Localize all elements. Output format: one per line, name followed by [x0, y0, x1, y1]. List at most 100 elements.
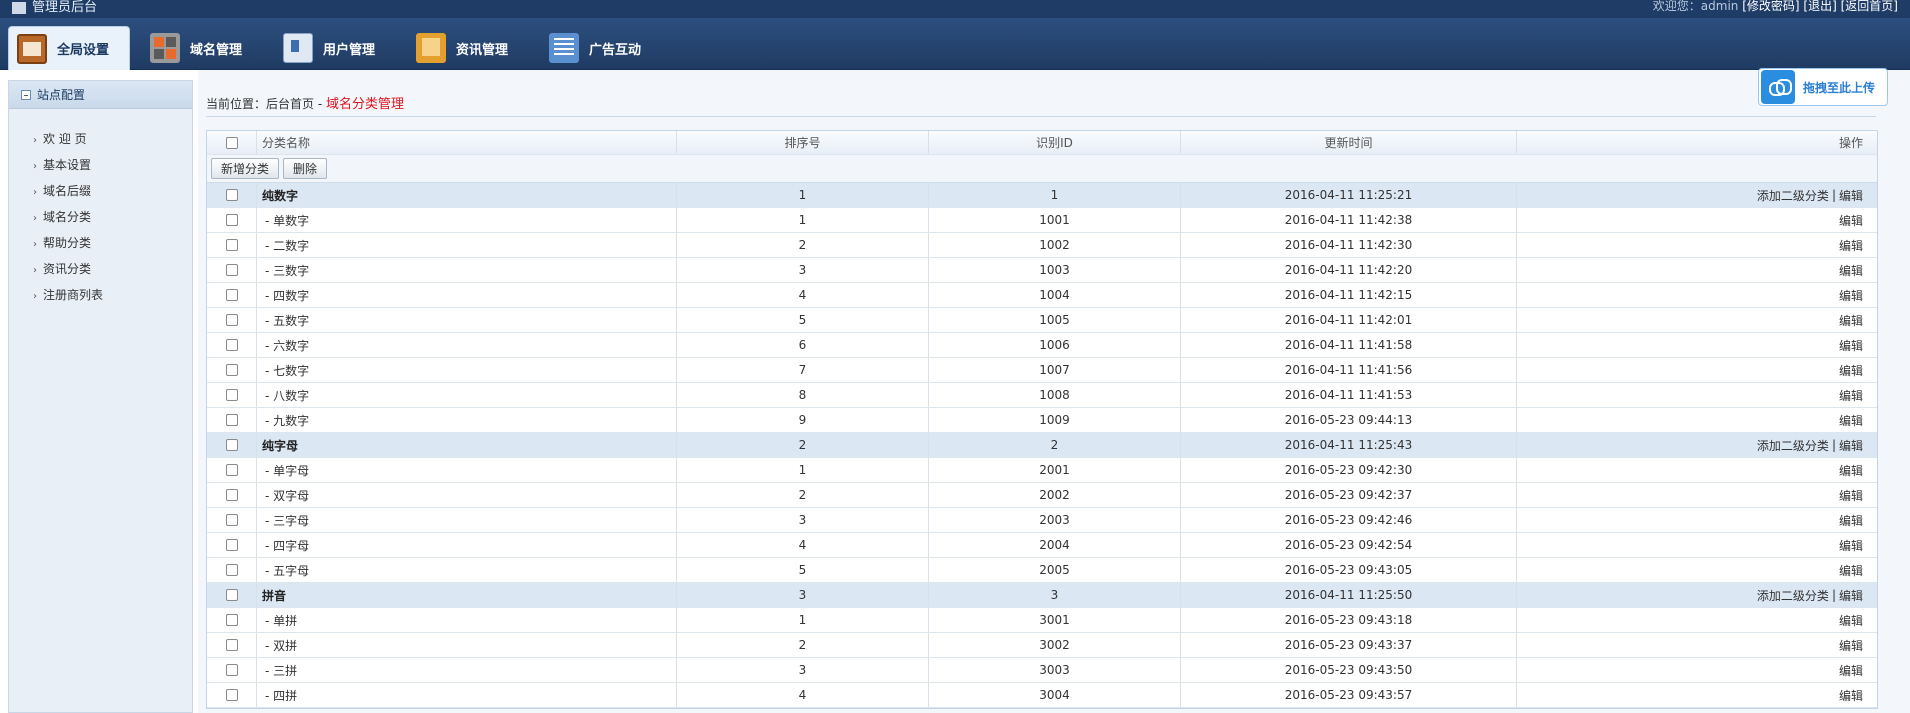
cell-sort: 4: [677, 283, 929, 307]
row-checkbox[interactable]: [225, 214, 238, 226]
cell-ops: 编辑: [1517, 283, 1877, 307]
edit-link[interactable]: 编辑: [1839, 312, 1863, 329]
cell-ops: 编辑: [1517, 483, 1877, 507]
cell-name: - 五数字: [257, 308, 677, 332]
sidebar-item-label: 资讯分类: [43, 262, 92, 276]
row-checkbox[interactable]: [225, 289, 238, 301]
tab-global-settings[interactable]: 全局设置: [8, 26, 130, 70]
op-separator: |: [1831, 438, 1836, 452]
sidebar-item-domain-category[interactable]: › 域名分类: [9, 204, 192, 230]
sidebar-item-news-category[interactable]: › 资讯分类: [9, 256, 192, 282]
add-subcategory-link[interactable]: 添加二级分类: [1757, 187, 1829, 204]
change-password-link[interactable]: [修改密码]: [1742, 0, 1799, 13]
cell-name: - 四字母: [257, 533, 677, 557]
breadcrumb-current: 域名分类管理: [326, 97, 405, 112]
edit-link[interactable]: 编辑: [1839, 412, 1863, 429]
chevron-right-icon: ›: [33, 291, 37, 302]
edit-link[interactable]: 编辑: [1839, 687, 1863, 704]
row-checkbox[interactable]: [225, 489, 238, 501]
table-row: - 八数字 8 1008 2016-04-11 11:41:53 编辑: [207, 383, 1877, 408]
cell-sort: 3: [677, 658, 929, 682]
header-id[interactable]: 识别ID: [929, 131, 1181, 154]
edit-link[interactable]: 编辑: [1839, 487, 1863, 504]
edit-link[interactable]: 编辑: [1839, 237, 1863, 254]
row-checkbox[interactable]: [225, 589, 238, 601]
header-sort[interactable]: 排序号: [677, 131, 929, 154]
edit-link[interactable]: 编辑: [1839, 212, 1863, 229]
sidebar-item-basic-settings[interactable]: › 基本设置: [9, 152, 192, 178]
cell-sort: 4: [677, 683, 929, 707]
tab-label: 用户管理: [323, 42, 376, 58]
edit-link[interactable]: 编辑: [1839, 562, 1863, 579]
add-subcategory-link[interactable]: 添加二级分类: [1757, 587, 1829, 604]
sidebar-header[interactable]: 站点配置: [9, 81, 192, 109]
edit-link[interactable]: 编辑: [1839, 337, 1863, 354]
select-all-checkbox[interactable]: [225, 136, 238, 149]
row-checkbox[interactable]: [225, 389, 238, 401]
row-checkbox[interactable]: [225, 539, 238, 551]
drag-upload-widget[interactable]: 拖拽至此上传: [1758, 68, 1888, 106]
edit-link[interactable]: 编辑: [1839, 512, 1863, 529]
row-checkbox[interactable]: [225, 514, 238, 526]
cell-ops: 编辑: [1517, 333, 1877, 357]
edit-link[interactable]: 编辑: [1839, 537, 1863, 554]
row-checkbox[interactable]: [225, 639, 238, 651]
edit-link[interactable]: 编辑: [1839, 637, 1863, 654]
cell-id: 2003: [929, 508, 1181, 532]
row-checkbox[interactable]: [225, 614, 238, 626]
main-nav: 全局设置 域名管理 用户管理 资讯管理 广告互动: [0, 18, 1910, 70]
header-time[interactable]: 更新时间: [1181, 131, 1517, 154]
row-checkbox[interactable]: [225, 464, 238, 476]
delete-button[interactable]: 删除: [283, 158, 328, 179]
edit-link[interactable]: 编辑: [1839, 462, 1863, 479]
table-row: - 双拼 2 3002 2016-05-23 09:43:37 编辑: [207, 633, 1877, 658]
edit-link[interactable]: 编辑: [1839, 187, 1863, 204]
row-checkbox[interactable]: [225, 689, 238, 701]
sidebar-item-registrar-list[interactable]: › 注册商列表: [9, 282, 192, 308]
row-checkbox[interactable]: [225, 189, 238, 201]
row-checkbox[interactable]: [225, 439, 238, 451]
tab-domain-management[interactable]: 域名管理: [142, 26, 264, 70]
edit-link[interactable]: 编辑: [1839, 387, 1863, 404]
edit-link[interactable]: 编辑: [1839, 587, 1863, 604]
table-row: - 四拼 4 3004 2016-05-23 09:43:57 编辑: [207, 683, 1877, 708]
table-row: - 单数字 1 1001 2016-04-11 11:42:38 编辑: [207, 208, 1877, 233]
edit-link[interactable]: 编辑: [1839, 662, 1863, 679]
row-checkbox[interactable]: [225, 339, 238, 351]
sidebar-item-help-category[interactable]: › 帮助分类: [9, 230, 192, 256]
cell-sort: 2: [677, 233, 929, 257]
checkbox-cell: [207, 183, 257, 207]
tab-news-management[interactable]: 资讯管理: [408, 26, 530, 70]
row-checkbox[interactable]: [225, 664, 238, 676]
edit-link[interactable]: 编辑: [1839, 612, 1863, 629]
edit-link[interactable]: 编辑: [1839, 362, 1863, 379]
edit-link[interactable]: 编辑: [1839, 437, 1863, 454]
logout-link[interactable]: [退出]: [1803, 0, 1836, 13]
add-subcategory-link[interactable]: 添加二级分类: [1757, 437, 1829, 454]
sidebar-item-label: 帮助分类: [43, 236, 92, 250]
add-category-button[interactable]: 新增分类: [211, 158, 280, 179]
top-bar: 管理员后台 欢迎您：admin [修改密码] [退出] [返回首页]: [0, 0, 1910, 18]
row-checkbox[interactable]: [225, 264, 238, 276]
row-checkbox[interactable]: [225, 414, 238, 426]
cell-name: - 三数字: [257, 258, 677, 282]
row-checkbox[interactable]: [225, 314, 238, 326]
back-home-link[interactable]: [返回首页]: [1841, 0, 1898, 13]
sidebar-item-domain-suffix[interactable]: › 域名后缀: [9, 178, 192, 204]
edit-link[interactable]: 编辑: [1839, 287, 1863, 304]
row-checkbox[interactable]: [225, 364, 238, 376]
cell-sort: 5: [677, 558, 929, 582]
op-separator: |: [1831, 188, 1836, 202]
breadcrumb-home[interactable]: 后台首页: [266, 97, 314, 111]
cell-id: 1007: [929, 358, 1181, 382]
row-checkbox[interactable]: [225, 564, 238, 576]
cell-name: - 七数字: [257, 358, 677, 382]
header-name[interactable]: 分类名称: [257, 131, 677, 154]
edit-link[interactable]: 编辑: [1839, 262, 1863, 279]
tab-ad-interaction[interactable]: 广告互动: [541, 26, 663, 70]
collapse-icon[interactable]: [21, 90, 31, 100]
cell-id: 1004: [929, 283, 1181, 307]
sidebar-item-welcome[interactable]: › 欢 迎 页: [9, 126, 192, 152]
row-checkbox[interactable]: [225, 239, 238, 251]
tab-user-management[interactable]: 用户管理: [275, 26, 397, 70]
